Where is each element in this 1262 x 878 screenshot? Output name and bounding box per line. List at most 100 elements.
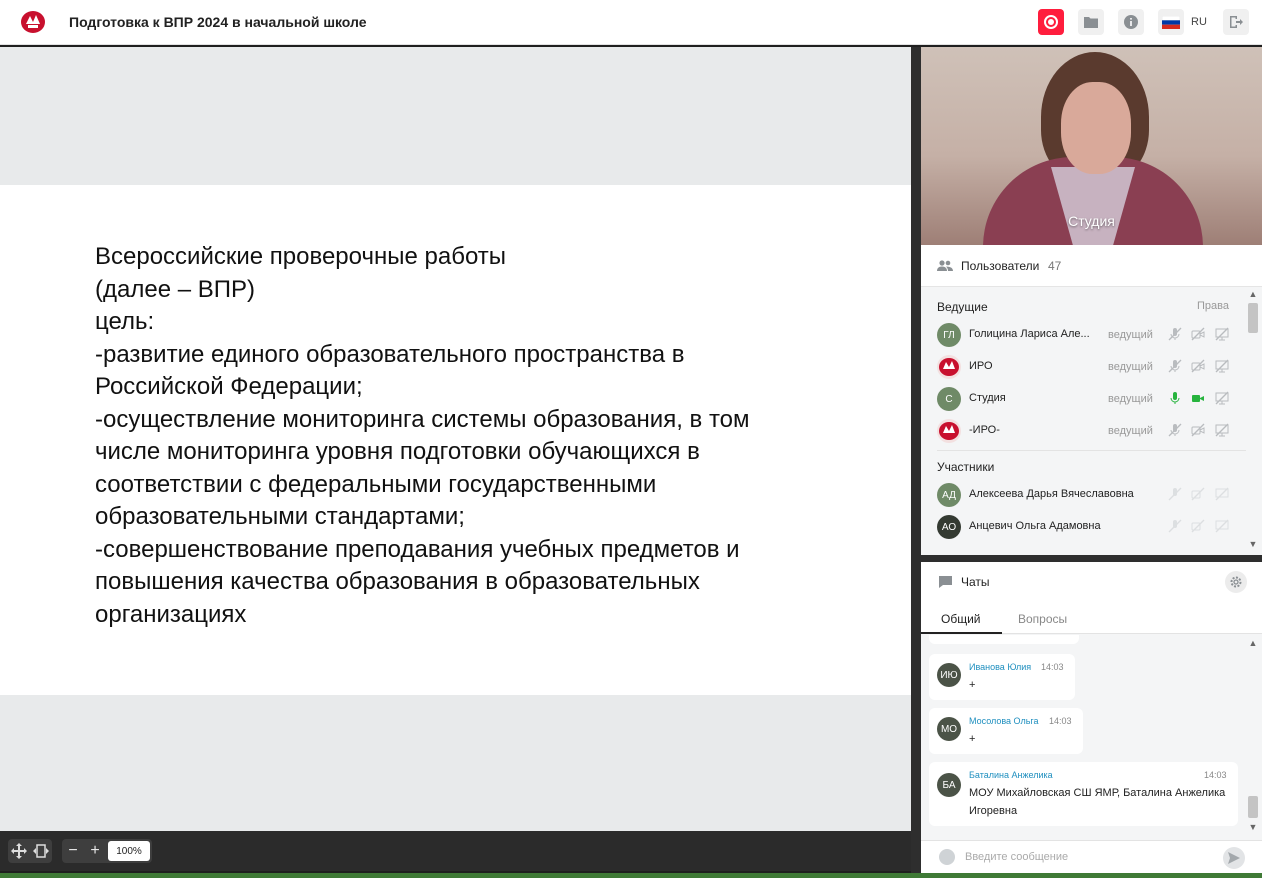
slide-line: соответствии с федеральными государствен… xyxy=(95,470,657,498)
user-name: Голицина Лариса Але... xyxy=(969,328,1090,340)
send-button[interactable] xyxy=(1223,847,1245,869)
user-row[interactable]: ИРО ведущий xyxy=(921,351,1246,383)
move-button[interactable] xyxy=(8,839,30,863)
user-name: Алексеева Дарья Вячеславовна xyxy=(969,488,1134,500)
participants-label: Участники xyxy=(937,460,995,474)
zoom-controls: − + 100% xyxy=(62,839,152,863)
chat-scrollbar[interactable]: ▲ ▼ xyxy=(1247,638,1259,834)
chat-message: БА Баталина Анжелика 14:03 МОУ Михайловс… xyxy=(929,762,1238,826)
users-header[interactable]: Пользователи 47 xyxy=(921,245,1262,287)
user-role: ведущий xyxy=(1108,425,1153,437)
chat-panel: Чаты Общий Вопросы ИЮ Иванова Юлия 14:03… xyxy=(921,562,1262,873)
scroll-up-icon[interactable]: ▲ xyxy=(1247,638,1259,648)
camera-off-icon[interactable] xyxy=(1191,519,1205,533)
slide-line: образовательными стандартами; xyxy=(95,503,465,530)
slide-text: Всероссийские проверочные работы (далее … xyxy=(95,241,875,631)
screen-share-icon[interactable] xyxy=(1215,391,1229,405)
slide-line: организациях xyxy=(95,600,247,628)
user-role: ведущий xyxy=(1108,329,1153,341)
screen-share-icon[interactable] xyxy=(1215,359,1229,373)
scroll-up-icon[interactable]: ▲ xyxy=(1247,289,1259,299)
camera-off-icon[interactable] xyxy=(1191,487,1205,501)
message-input[interactable] xyxy=(965,847,1215,867)
chat-settings-button[interactable] xyxy=(1225,571,1247,593)
users-scrollbar[interactable]: ▲ ▼ xyxy=(1247,289,1259,551)
user-row[interactable]: С Студия ведущий xyxy=(921,383,1246,415)
exit-button[interactable] xyxy=(1223,9,1249,35)
emoji-icon[interactable] xyxy=(939,849,955,865)
slide-line: -развитие единого образовательного прост… xyxy=(95,340,685,368)
user-row[interactable]: ГЛ Голицина Лариса Але... ведущий xyxy=(921,319,1246,351)
message-text: + xyxy=(969,733,976,745)
record-icon xyxy=(1044,15,1058,29)
mic-off-icon[interactable] xyxy=(1168,487,1182,501)
mic-off-icon[interactable] xyxy=(1168,519,1182,533)
scroll-thumb[interactable] xyxy=(1248,796,1258,818)
user-row[interactable]: АО Анцевич Ольга Адамовна xyxy=(921,511,1246,543)
mic-off-icon[interactable] xyxy=(1168,423,1182,437)
fit-button[interactable] xyxy=(30,839,52,863)
user-name: -ИРО- xyxy=(969,424,1000,436)
message-author[interactable]: Иванова Юлия xyxy=(969,662,1031,672)
scroll-down-icon[interactable]: ▼ xyxy=(1247,822,1259,832)
mic-off-icon[interactable] xyxy=(1168,359,1182,373)
panel-divider[interactable] xyxy=(911,47,921,873)
tab-questions[interactable]: Вопросы xyxy=(1018,612,1067,626)
chat-input-bar xyxy=(921,840,1262,873)
folder-icon xyxy=(1084,17,1098,28)
logo-icon xyxy=(937,419,961,443)
language-code[interactable]: RU xyxy=(1191,16,1207,28)
panel-splitter[interactable] xyxy=(921,555,1262,562)
screen-share-icon[interactable] xyxy=(1215,519,1229,533)
exit-icon xyxy=(1230,16,1243,28)
mic-off-icon[interactable] xyxy=(1168,327,1182,341)
slide-line: Всероссийские проверочные работы xyxy=(95,243,506,270)
window-edge xyxy=(0,873,1262,878)
screen-share-icon[interactable] xyxy=(1215,423,1229,437)
message-author[interactable]: Мосолова Ольга xyxy=(969,716,1039,726)
camera-off-icon[interactable] xyxy=(1191,423,1205,437)
screen-share-icon[interactable] xyxy=(1215,487,1229,501)
message-time: 14:03 xyxy=(1041,662,1064,672)
tab-general[interactable]: Общий xyxy=(941,612,981,626)
message-author[interactable]: Баталина Анжелика xyxy=(969,770,1053,780)
user-row[interactable]: АД Алексеева Дарья Вячеславовна xyxy=(921,479,1246,511)
info-icon xyxy=(1124,15,1138,29)
view-controls xyxy=(8,839,52,863)
language-button[interactable] xyxy=(1158,9,1184,35)
record-button[interactable] xyxy=(1038,9,1064,35)
users-panel: Пользователи 47 Ведущие Права ГЛ Голицин… xyxy=(921,245,1262,555)
user-role: ведущий xyxy=(1108,393,1153,405)
flag-ru-icon xyxy=(1162,15,1180,29)
active-tab-indicator xyxy=(921,632,1002,634)
scroll-down-icon[interactable]: ▼ xyxy=(1247,539,1259,549)
screen-share-icon[interactable] xyxy=(1215,327,1229,341)
fit-icon xyxy=(33,844,49,858)
user-role: ведущий xyxy=(1108,361,1153,373)
logo-icon[interactable] xyxy=(20,10,46,34)
zoom-out-button[interactable]: − xyxy=(62,839,84,863)
zoom-level[interactable]: 100% xyxy=(108,841,150,861)
message-text: МОУ Михайловская СШ ЯМР, Баталина Анжели… xyxy=(969,787,1226,817)
chat-message-partial xyxy=(929,635,1079,644)
slide-line: (далее – ВПР) xyxy=(95,275,255,303)
files-button[interactable] xyxy=(1078,9,1104,35)
avatar: БА xyxy=(937,773,961,797)
user-row[interactable]: -ИРО- ведущий xyxy=(921,415,1246,447)
camera-on-icon[interactable] xyxy=(1191,391,1205,405)
mic-on-icon[interactable] xyxy=(1168,391,1182,405)
scroll-thumb[interactable] xyxy=(1248,303,1258,333)
zoom-in-button[interactable]: + xyxy=(84,839,106,863)
camera-off-icon[interactable] xyxy=(1191,359,1205,373)
slide-line: -совершенствование преподавания учебных … xyxy=(95,535,740,563)
avatar: АД xyxy=(937,483,961,507)
info-button[interactable] xyxy=(1118,9,1144,35)
avatar: ИЮ xyxy=(937,663,961,687)
avatar: С xyxy=(937,387,961,411)
users-count: 47 xyxy=(1048,259,1062,273)
camera-off-icon[interactable] xyxy=(1191,327,1205,341)
chat-message: ИЮ Иванова Юлия 14:03 + xyxy=(929,654,1075,700)
top-bar: Подготовка к ВПР 2024 в начальной школе … xyxy=(0,0,1262,45)
divider xyxy=(937,450,1246,451)
gear-icon xyxy=(1230,576,1242,588)
